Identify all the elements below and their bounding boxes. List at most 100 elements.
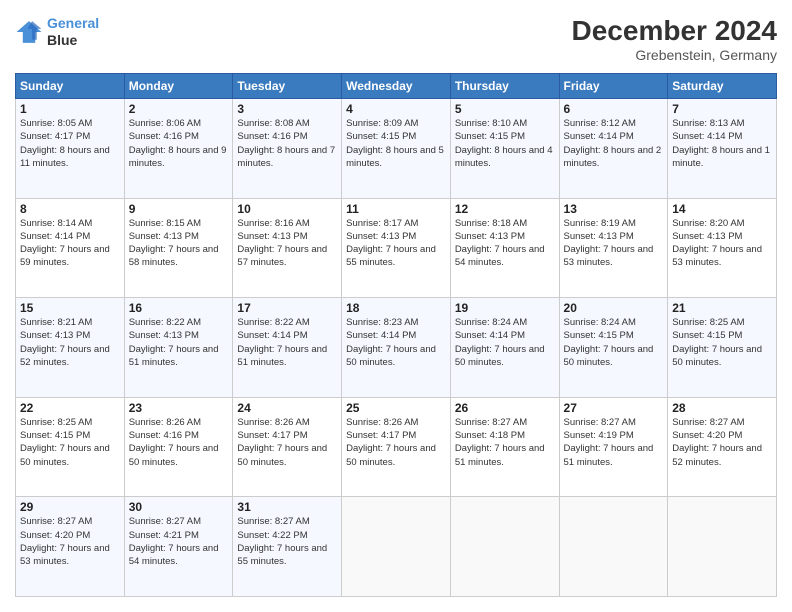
day-number: 23 (129, 401, 229, 415)
calendar-cell: 24Sunrise: 8:26 AMSunset: 4:17 PMDayligh… (233, 397, 342, 497)
calendar-week-row: 15Sunrise: 8:21 AMSunset: 4:13 PMDayligh… (16, 298, 777, 398)
subtitle: Grebenstein, Germany (572, 47, 777, 63)
day-number: 28 (672, 401, 772, 415)
calendar-week-row: 29Sunrise: 8:27 AMSunset: 4:20 PMDayligh… (16, 497, 777, 597)
day-number: 12 (455, 202, 555, 216)
day-info: Sunrise: 8:25 AMSunset: 4:15 PMDaylight:… (672, 316, 772, 369)
calendar-cell: 29Sunrise: 8:27 AMSunset: 4:20 PMDayligh… (16, 497, 125, 597)
header: General Blue December 2024 Grebenstein, … (15, 15, 777, 63)
day-info: Sunrise: 8:26 AMSunset: 4:16 PMDaylight:… (129, 416, 229, 469)
calendar-cell: 10Sunrise: 8:16 AMSunset: 4:13 PMDayligh… (233, 198, 342, 298)
calendar-cell: 20Sunrise: 8:24 AMSunset: 4:15 PMDayligh… (559, 298, 668, 398)
day-info: Sunrise: 8:24 AMSunset: 4:14 PMDaylight:… (455, 316, 555, 369)
calendar-cell: 17Sunrise: 8:22 AMSunset: 4:14 PMDayligh… (233, 298, 342, 398)
day-info: Sunrise: 8:23 AMSunset: 4:14 PMDaylight:… (346, 316, 446, 369)
day-number: 24 (237, 401, 337, 415)
day-number: 4 (346, 102, 446, 116)
calendar-cell: 7Sunrise: 8:13 AMSunset: 4:14 PMDaylight… (668, 99, 777, 199)
day-info: Sunrise: 8:12 AMSunset: 4:14 PMDaylight:… (564, 117, 664, 170)
main-title: December 2024 (572, 15, 777, 47)
day-number: 3 (237, 102, 337, 116)
day-info: Sunrise: 8:08 AMSunset: 4:16 PMDaylight:… (237, 117, 337, 170)
day-info: Sunrise: 8:05 AMSunset: 4:17 PMDaylight:… (20, 117, 120, 170)
day-number: 31 (237, 500, 337, 514)
day-number: 8 (20, 202, 120, 216)
day-info: Sunrise: 8:13 AMSunset: 4:14 PMDaylight:… (672, 117, 772, 170)
logo-line2: Blue (47, 32, 99, 49)
calendar-week-row: 8Sunrise: 8:14 AMSunset: 4:14 PMDaylight… (16, 198, 777, 298)
day-info: Sunrise: 8:22 AMSunset: 4:14 PMDaylight:… (237, 316, 337, 369)
calendar-cell: 3Sunrise: 8:08 AMSunset: 4:16 PMDaylight… (233, 99, 342, 199)
day-of-week-header: Saturday (668, 74, 777, 99)
day-number: 17 (237, 301, 337, 315)
calendar-cell: 11Sunrise: 8:17 AMSunset: 4:13 PMDayligh… (342, 198, 451, 298)
day-info: Sunrise: 8:18 AMSunset: 4:13 PMDaylight:… (455, 217, 555, 270)
day-number: 30 (129, 500, 229, 514)
calendar-cell: 18Sunrise: 8:23 AMSunset: 4:14 PMDayligh… (342, 298, 451, 398)
calendar-cell: 21Sunrise: 8:25 AMSunset: 4:15 PMDayligh… (668, 298, 777, 398)
calendar-cell: 27Sunrise: 8:27 AMSunset: 4:19 PMDayligh… (559, 397, 668, 497)
day-number: 15 (20, 301, 120, 315)
day-number: 5 (455, 102, 555, 116)
day-info: Sunrise: 8:17 AMSunset: 4:13 PMDaylight:… (346, 217, 446, 270)
day-info: Sunrise: 8:22 AMSunset: 4:13 PMDaylight:… (129, 316, 229, 369)
day-info: Sunrise: 8:20 AMSunset: 4:13 PMDaylight:… (672, 217, 772, 270)
day-info: Sunrise: 8:26 AMSunset: 4:17 PMDaylight:… (237, 416, 337, 469)
calendar-cell (559, 497, 668, 597)
calendar-cell: 4Sunrise: 8:09 AMSunset: 4:15 PMDaylight… (342, 99, 451, 199)
day-of-week-header: Sunday (16, 74, 125, 99)
calendar-table: SundayMondayTuesdayWednesdayThursdayFrid… (15, 73, 777, 597)
calendar-cell: 14Sunrise: 8:20 AMSunset: 4:13 PMDayligh… (668, 198, 777, 298)
calendar-cell: 9Sunrise: 8:15 AMSunset: 4:13 PMDaylight… (124, 198, 233, 298)
logo-line1: General (47, 15, 99, 31)
logo: General Blue (15, 15, 99, 49)
calendar-cell (668, 497, 777, 597)
day-info: Sunrise: 8:27 AMSunset: 4:20 PMDaylight:… (20, 515, 120, 568)
day-info: Sunrise: 8:27 AMSunset: 4:22 PMDaylight:… (237, 515, 337, 568)
day-number: 18 (346, 301, 446, 315)
day-info: Sunrise: 8:24 AMSunset: 4:15 PMDaylight:… (564, 316, 664, 369)
calendar-cell: 23Sunrise: 8:26 AMSunset: 4:16 PMDayligh… (124, 397, 233, 497)
calendar-cell: 12Sunrise: 8:18 AMSunset: 4:13 PMDayligh… (450, 198, 559, 298)
day-info: Sunrise: 8:15 AMSunset: 4:13 PMDaylight:… (129, 217, 229, 270)
day-number: 27 (564, 401, 664, 415)
day-of-week-header: Friday (559, 74, 668, 99)
calendar-cell: 5Sunrise: 8:10 AMSunset: 4:15 PMDaylight… (450, 99, 559, 199)
calendar-cell: 26Sunrise: 8:27 AMSunset: 4:18 PMDayligh… (450, 397, 559, 497)
day-number: 1 (20, 102, 120, 116)
calendar-cell: 16Sunrise: 8:22 AMSunset: 4:13 PMDayligh… (124, 298, 233, 398)
calendar-cell: 15Sunrise: 8:21 AMSunset: 4:13 PMDayligh… (16, 298, 125, 398)
calendar-header-row: SundayMondayTuesdayWednesdayThursdayFrid… (16, 74, 777, 99)
day-of-week-header: Wednesday (342, 74, 451, 99)
day-info: Sunrise: 8:16 AMSunset: 4:13 PMDaylight:… (237, 217, 337, 270)
day-number: 9 (129, 202, 229, 216)
calendar-cell: 30Sunrise: 8:27 AMSunset: 4:21 PMDayligh… (124, 497, 233, 597)
title-block: December 2024 Grebenstein, Germany (572, 15, 777, 63)
day-info: Sunrise: 8:21 AMSunset: 4:13 PMDaylight:… (20, 316, 120, 369)
day-info: Sunrise: 8:26 AMSunset: 4:17 PMDaylight:… (346, 416, 446, 469)
calendar-cell (342, 497, 451, 597)
day-number: 25 (346, 401, 446, 415)
day-number: 19 (455, 301, 555, 315)
day-info: Sunrise: 8:14 AMSunset: 4:14 PMDaylight:… (20, 217, 120, 270)
calendar-cell: 8Sunrise: 8:14 AMSunset: 4:14 PMDaylight… (16, 198, 125, 298)
day-info: Sunrise: 8:25 AMSunset: 4:15 PMDaylight:… (20, 416, 120, 469)
day-info: Sunrise: 8:19 AMSunset: 4:13 PMDaylight:… (564, 217, 664, 270)
day-of-week-header: Monday (124, 74, 233, 99)
day-info: Sunrise: 8:27 AMSunset: 4:18 PMDaylight:… (455, 416, 555, 469)
day-info: Sunrise: 8:06 AMSunset: 4:16 PMDaylight:… (129, 117, 229, 170)
page: General Blue December 2024 Grebenstein, … (0, 0, 792, 612)
day-number: 14 (672, 202, 772, 216)
calendar-cell: 2Sunrise: 8:06 AMSunset: 4:16 PMDaylight… (124, 99, 233, 199)
day-number: 22 (20, 401, 120, 415)
day-number: 16 (129, 301, 229, 315)
day-number: 10 (237, 202, 337, 216)
day-number: 21 (672, 301, 772, 315)
day-of-week-header: Thursday (450, 74, 559, 99)
calendar-cell: 19Sunrise: 8:24 AMSunset: 4:14 PMDayligh… (450, 298, 559, 398)
day-info: Sunrise: 8:10 AMSunset: 4:15 PMDaylight:… (455, 117, 555, 170)
calendar-cell: 28Sunrise: 8:27 AMSunset: 4:20 PMDayligh… (668, 397, 777, 497)
day-info: Sunrise: 8:27 AMSunset: 4:20 PMDaylight:… (672, 416, 772, 469)
day-number: 7 (672, 102, 772, 116)
day-number: 20 (564, 301, 664, 315)
